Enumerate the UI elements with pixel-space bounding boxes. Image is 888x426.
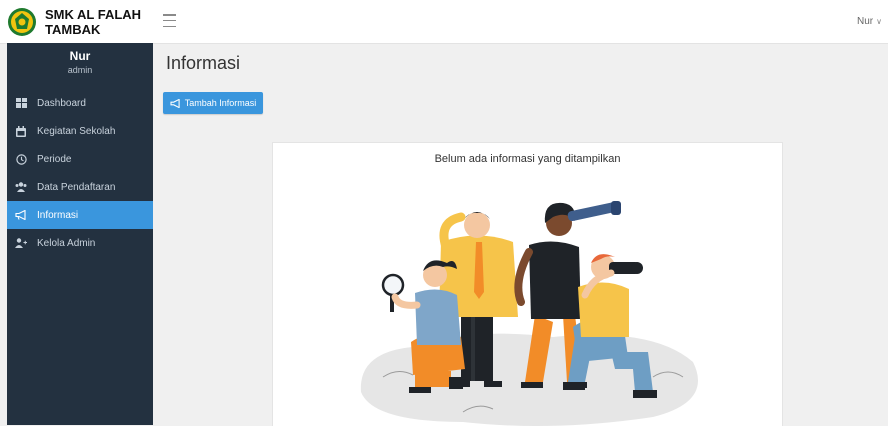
sidebar-item-label: Informasi <box>37 209 79 221</box>
sidebar-item-kelola-admin[interactable]: Kelola Admin <box>7 229 153 257</box>
sidebar-item-label: Kegiatan Sekolah <box>37 125 116 137</box>
page-title: Informasi <box>166 53 241 73</box>
add-information-label: Tambah Informasi <box>184 98 257 108</box>
sidebar: Nur admin Dashboard Kegiatan Sekolah Per… <box>7 43 153 425</box>
sidebar-item-kegiatan-sekolah[interactable]: Kegiatan Sekolah <box>7 117 153 145</box>
profile-role: admin <box>67 65 93 75</box>
users-icon <box>15 181 27 193</box>
sidebar-item-label: Periode <box>37 153 72 165</box>
empty-state-message: Belum ada informasi yang ditampilkan <box>434 153 621 165</box>
user-plus-icon <box>15 237 27 249</box>
sidebar-item-label: Dashboard <box>37 97 86 109</box>
top-header: SMK AL FALAH TAMBAK Nur ∨ <box>0 0 888 44</box>
menu-toggle-icon[interactable] <box>163 14 176 27</box>
profile-name: Nur <box>69 49 91 63</box>
calendar-icon <box>15 125 27 137</box>
user-menu[interactable]: Nur ∨ <box>857 16 882 27</box>
people-searching-illustration <box>360 201 698 426</box>
add-information-button[interactable]: Tambah Informasi <box>163 92 263 114</box>
sidebar-item-informasi[interactable]: Informasi <box>7 201 153 229</box>
megaphone-icon <box>15 209 27 221</box>
chevron-down-icon: ∨ <box>876 17 882 26</box>
brand-name: SMK AL FALAH TAMBAK <box>45 6 142 37</box>
sidebar-item-dashboard[interactable]: Dashboard <box>7 89 153 117</box>
sidebar-nav: Dashboard Kegiatan Sekolah Periode Data … <box>7 89 153 257</box>
empty-state-card: Belum ada informasi yang ditampilkan <box>272 142 783 426</box>
sidebar-item-label: Kelola Admin <box>37 237 96 249</box>
brand[interactable]: SMK AL FALAH TAMBAK <box>7 0 153 43</box>
user-menu-label: Nur <box>857 16 874 27</box>
dashboard-icon <box>15 97 27 109</box>
megaphone-icon <box>170 98 180 108</box>
user-profile: Nur admin <box>7 43 153 87</box>
sidebar-item-data-pendaftaran[interactable]: Data Pendaftaran <box>7 173 153 201</box>
sidebar-item-label: Data Pendaftaran <box>37 181 116 193</box>
clock-icon <box>15 153 27 165</box>
school-logo-icon <box>8 7 36 36</box>
sidebar-item-periode[interactable]: Periode <box>7 145 153 173</box>
